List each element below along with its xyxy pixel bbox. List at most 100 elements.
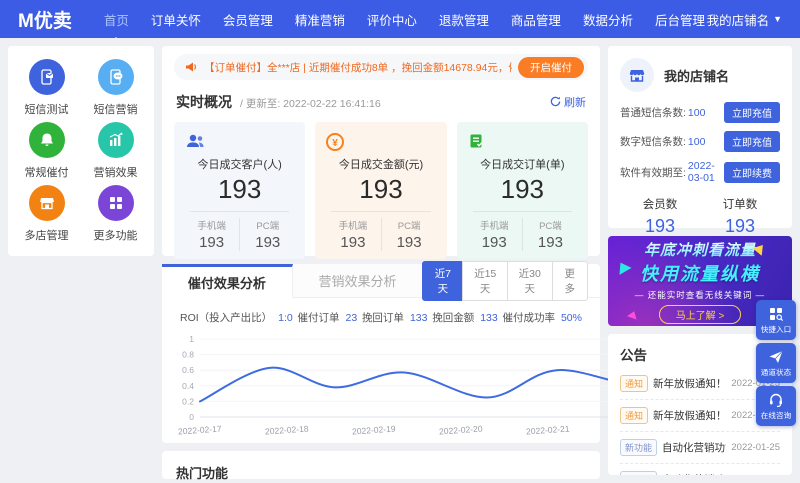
tab-marketing-analysis[interactable]: 营销效果分析	[292, 264, 424, 297]
app-logo[interactable]: M优卖	[18, 6, 72, 33]
svg-text:2022-02-21: 2022-02-21	[526, 423, 570, 436]
realtime-metric-cards: 今日成交客户(人) 193 手机端 193 PC端 193 ¥ 今日成交金额(元) 193 手机端…	[174, 122, 588, 259]
banner-subheadline: 快用流量纵横	[640, 263, 760, 284]
sidebar-item-4[interactable]: 多店管理	[12, 183, 81, 246]
metric-mobile: 手机端 193	[184, 218, 241, 251]
sidebar-item-label: 短信测试	[24, 103, 69, 116]
users-icon	[184, 132, 295, 152]
yen-coin-icon: ¥	[325, 132, 436, 152]
sidebar-item-label: 营销效果	[93, 166, 138, 179]
svg-text:0: 0	[189, 412, 194, 422]
analysis-card: 催付效果分析 营销效果分析 近7天 近15天 近30天 更多 ROI（投入产出比） 1:…	[162, 260, 736, 443]
refresh-icon	[550, 96, 561, 107]
notice-item-date: 2022-01-25	[731, 474, 780, 475]
recharge-button-2[interactable]: 立即续费	[724, 161, 780, 183]
analysis-stat-4: 催付成功率 50%	[502, 310, 582, 325]
range-button-3[interactable]: 更多	[551, 260, 589, 301]
stat-label: ROI（投入产出比）	[180, 312, 273, 324]
headset-icon	[768, 392, 784, 408]
receipt-icon	[467, 132, 578, 152]
recharge-button-1[interactable]: 立即充值	[724, 131, 780, 152]
realtime-header: 实时概况 / 更新至: 2022-02-22 16:41:16 刷新	[176, 92, 586, 112]
banner-learn-more-button[interactable]: 马上了解 >	[658, 304, 742, 324]
banner-tagline: — 还能实时查看无线关键词 —	[634, 289, 766, 300]
nav-item-2[interactable]: 会员管理	[223, 10, 273, 29]
shop-stat-value: 193	[724, 216, 756, 236]
range-button-2[interactable]: 近30天	[506, 260, 553, 301]
svg-text:1: 1	[189, 334, 194, 344]
nav-item-8[interactable]: 后台管理	[655, 10, 705, 29]
float-button-0[interactable]: 快捷入口	[756, 300, 796, 340]
notice-badge: 通知	[620, 375, 649, 392]
grid-search-icon	[768, 306, 784, 322]
recharge-button-0[interactable]: 立即充值	[724, 102, 780, 123]
realtime-title: 实时概况	[176, 94, 232, 110]
notice-item-title: 新年放假通知！！！	[653, 410, 727, 422]
account-menu[interactable]: 我的店铺名 ▼	[707, 10, 782, 29]
nav-item-3[interactable]: 精准营销	[295, 10, 345, 29]
realtime-overview-card: 【订单催付】全***店 | 近期催付成功8单 ，挽回金额14678.94元，催付…	[162, 46, 600, 259]
nav-item-6[interactable]: 商品管理	[511, 10, 561, 29]
stat-label: 挽回金额	[432, 312, 475, 324]
sidebar-item-2[interactable]: 常规催付	[12, 119, 81, 182]
refresh-label: 刷新	[564, 96, 586, 109]
nav-item-7[interactable]: 数据分析	[583, 10, 633, 29]
stat-value: 1:0	[278, 312, 293, 324]
banner-decor-triangle	[614, 259, 632, 275]
floating-quick-buttons: 快捷入口 通道状态在线咨询	[756, 300, 796, 426]
analysis-stat-2: 挽回订单 133	[362, 310, 428, 325]
metric-pc-label: PC端	[256, 221, 280, 232]
metric-mobile-label: 手机端	[338, 221, 368, 232]
divider	[331, 211, 431, 212]
sidebar-item-3[interactable]: 营销效果	[81, 119, 150, 182]
quota-label: 数字短信条数:	[620, 136, 686, 148]
phone-sms-icon	[28, 58, 65, 95]
shop-stat-value: 193	[644, 216, 676, 236]
sidebar-item-label: 常规催付	[24, 166, 69, 179]
shop-name-label: 我的店铺名	[706, 13, 770, 28]
sidebar-item-label: 多店管理	[24, 230, 69, 243]
svg-text:2022-02-17: 2022-02-17	[178, 423, 222, 436]
range-button-0[interactable]: 近7天	[422, 260, 464, 301]
svg-text:¥: ¥	[333, 138, 339, 149]
float-button-1[interactable]: 通道状态	[756, 343, 796, 383]
float-button-2[interactable]: 在线咨询	[756, 386, 796, 426]
stat-value: 133	[480, 312, 498, 324]
shop-quota-rows: 普通短信条数: 100 立即充值 数字短信条数: 100 立即充值 软件有效期至: 2022-…	[620, 102, 780, 184]
range-button-1[interactable]: 近15天	[462, 260, 508, 301]
svg-text:0.6: 0.6	[182, 365, 194, 375]
start-reminder-button[interactable]: 开启催付	[518, 56, 584, 78]
phone-chat-icon	[97, 58, 134, 95]
metric-card-0: 今日成交客户(人) 193 手机端 193 PC端 193	[174, 122, 306, 259]
tab-reminder-analysis[interactable]: 催付效果分析	[162, 264, 293, 298]
nav-item-1[interactable]: 订单关怀	[151, 10, 201, 29]
stat-label: 催付成功率	[502, 312, 555, 324]
shop-stat-label: 会员数	[642, 199, 678, 211]
nav-item-4[interactable]: 评价中心	[367, 10, 417, 29]
notice-item-2[interactable]: 新功能自动化营销功能上线 2022-01-25	[620, 432, 780, 464]
grid-icon	[97, 185, 134, 222]
metric-value: 193	[359, 174, 403, 204]
sidebar-item-5[interactable]: 更多功能	[81, 183, 150, 246]
metric-value: 193	[500, 174, 545, 204]
analysis-stat-3: 挽回金额 133	[432, 310, 498, 325]
notice-item-3[interactable]: 新功能 自动化营销功能上线 2022-01-25	[620, 464, 780, 475]
quick-actions-panel: 短信测试 短信营销常规催付 营销效果多店管理 更多功能	[8, 46, 154, 256]
nav-item-5[interactable]: 退款管理	[439, 10, 489, 29]
refresh-button[interactable]: 刷新	[550, 94, 586, 110]
float-button-label: 在线咨询	[760, 410, 792, 420]
metric-mobile: 手机端 193	[467, 218, 523, 251]
sidebar-item-0[interactable]: 短信测试	[12, 56, 81, 119]
sidebar-item-label: 短信营销	[93, 103, 138, 116]
shop-quota-row-0: 普通短信条数: 100 立即充值	[620, 102, 780, 123]
sidebar-item-1[interactable]: 短信营销	[81, 56, 150, 119]
metric-pc-label: PC端	[539, 221, 562, 232]
nav-item-0[interactable]: 首页	[104, 10, 129, 29]
svg-text:0.4: 0.4	[182, 381, 194, 391]
notice-badge: 新功能	[620, 471, 658, 475]
quota-value: 100	[687, 135, 706, 148]
date-range-buttons: 近7天 近15天 近30天 更多	[422, 260, 600, 301]
stat-value: 23	[345, 312, 358, 324]
announcement-bar: 【订单催付】全***店 | 近期催付成功8单 ，挽回金额14678.94元，催付…	[174, 54, 588, 80]
quota-value: 2022-03-01	[687, 160, 715, 184]
